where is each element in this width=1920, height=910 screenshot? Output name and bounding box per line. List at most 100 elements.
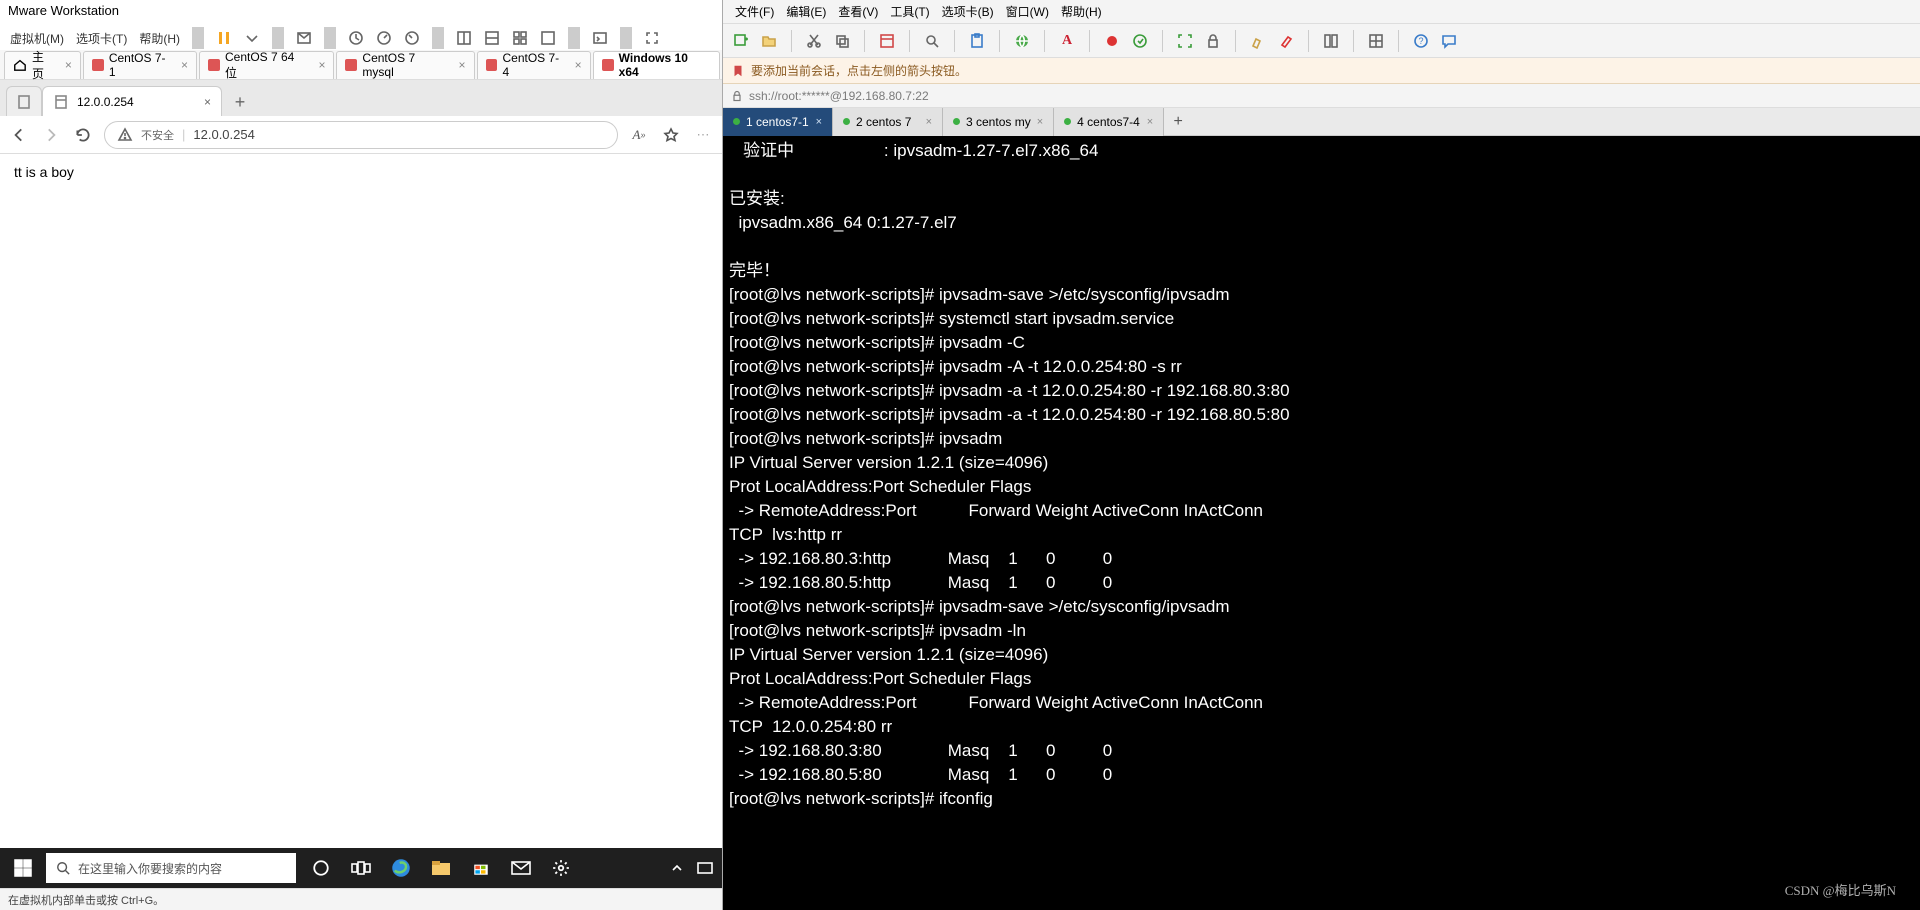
separator — [1162, 30, 1163, 52]
close-icon[interactable]: × — [926, 116, 932, 128]
tab-centos7-1[interactable]: CentOS 7-1× — [83, 51, 197, 79]
menu-help[interactable]: 帮助(H) — [1055, 3, 1108, 20]
browser-tab[interactable]: 12.0.0.254 × — [42, 86, 222, 116]
layout-split-icon[interactable] — [478, 24, 506, 52]
dropdown-icon[interactable] — [238, 24, 266, 52]
refresh-button[interactable] — [72, 124, 94, 146]
font-icon[interactable]: A — [1055, 29, 1079, 53]
menu-view[interactable]: 查看(V) — [832, 3, 884, 20]
menu-window[interactable]: 窗口(W) — [1000, 3, 1055, 20]
browser-collapsed-tab[interactable] — [6, 86, 42, 116]
copy-icon[interactable] — [830, 29, 854, 53]
session-tab-2[interactable]: 2 centos 7× — [833, 108, 943, 136]
menu-tab[interactable]: 选项卡(B) — [936, 3, 1000, 20]
globe-icon[interactable] — [1010, 29, 1034, 53]
script-icon[interactable] — [1128, 29, 1152, 53]
add-session-button[interactable]: + — [1164, 113, 1192, 131]
pause-icon[interactable] — [210, 24, 238, 52]
store-icon[interactable] — [462, 848, 500, 888]
fullscreen-icon[interactable] — [1173, 29, 1197, 53]
tile-icon[interactable] — [1364, 29, 1388, 53]
session-tab-4[interactable]: 4 centos7-4× — [1054, 108, 1164, 136]
cortana-icon[interactable] — [302, 848, 340, 888]
tab-home[interactable]: 主页 × — [4, 51, 81, 79]
separator — [192, 27, 204, 49]
paste-icon[interactable] — [965, 29, 989, 53]
close-icon[interactable]: × — [61, 58, 72, 72]
close-icon[interactable]: × — [455, 58, 466, 72]
tab-centos7-64[interactable]: CentOS 7 64 位× — [199, 51, 334, 79]
layout-single-icon[interactable] — [450, 24, 478, 52]
settings-icon[interactable] — [542, 848, 580, 888]
menu-tools[interactable]: 工具(T) — [884, 3, 935, 20]
taskbar-search[interactable]: 在这里输入你要搜索的内容 — [46, 853, 296, 883]
keyboard-icon[interactable] — [694, 848, 716, 888]
task-view-icon[interactable] — [342, 848, 380, 888]
close-icon[interactable]: × — [571, 58, 582, 72]
session-tab-1[interactable]: 1 centos7-1× — [723, 108, 833, 136]
layout-icon[interactable] — [1319, 29, 1343, 53]
open-icon[interactable] — [757, 29, 781, 53]
snapshot-icon[interactable] — [342, 24, 370, 52]
separator — [324, 27, 336, 49]
layout-thumb-icon[interactable] — [534, 24, 562, 52]
find-icon[interactable] — [920, 29, 944, 53]
menu-tabs[interactable]: 选项卡(T) — [70, 30, 133, 47]
record-icon[interactable] — [1100, 29, 1124, 53]
terminal-output[interactable]: 验证中 : ipvsadm-1.27-7.el7.x86_64 已安装: ipv… — [723, 136, 1920, 910]
help-icon[interactable]: ? — [1409, 29, 1433, 53]
back-button[interactable] — [8, 124, 30, 146]
close-icon[interactable]: × — [177, 58, 188, 72]
close-icon[interactable]: × — [204, 95, 211, 109]
vmware-menubar: 虚拟机(M) 选项卡(T) 帮助(H) — [0, 26, 722, 50]
taskbar-tray — [666, 848, 722, 888]
menu-edit[interactable]: 编辑(E) — [780, 3, 832, 20]
vm-icon — [92, 59, 104, 71]
vm-icon — [602, 59, 614, 71]
search-placeholder: 在这里输入你要搜索的内容 — [78, 860, 222, 877]
layout-grid-icon[interactable] — [506, 24, 534, 52]
separator — [272, 27, 284, 49]
address-bar[interactable]: 不安全 | 12.0.0.254 — [104, 121, 618, 149]
session-tab-3[interactable]: 3 centos my × — [943, 108, 1054, 136]
mail-icon[interactable] — [502, 848, 540, 888]
menu-help[interactable]: 帮助(H) — [133, 30, 186, 47]
more-icon[interactable]: ⋯ — [692, 124, 714, 146]
chat-icon[interactable] — [1437, 29, 1461, 53]
forward-button[interactable] — [40, 124, 62, 146]
tab-windows10[interactable]: Windows 10 x64 — [593, 51, 720, 79]
edge-icon[interactable] — [382, 848, 420, 888]
close-icon[interactable]: × — [314, 58, 325, 72]
properties-icon[interactable] — [875, 29, 899, 53]
highlight-icon[interactable] — [1246, 29, 1270, 53]
watermark: CSDN @梅比乌斯N — [1785, 880, 1896, 902]
cut-icon[interactable] — [802, 29, 826, 53]
terminal-connection-bar: ssh://root:******@192.168.80.7:22 — [723, 84, 1920, 108]
menu-vm[interactable]: 虚拟机(M) — [4, 30, 70, 47]
fullscreen-icon[interactable] — [638, 24, 666, 52]
console-icon[interactable] — [586, 24, 614, 52]
tab-centos7-4[interactable]: CentOS 7-4× — [477, 51, 591, 79]
separator — [1353, 30, 1354, 52]
color-icon[interactable] — [1274, 29, 1298, 53]
menu-file[interactable]: 文件(F) — [729, 3, 780, 20]
svg-text:?: ? — [1418, 36, 1423, 46]
close-icon[interactable]: × — [816, 116, 822, 128]
lock-icon[interactable] — [1201, 29, 1225, 53]
new-session-icon[interactable] — [729, 29, 753, 53]
read-aloud-icon[interactable]: A» — [628, 124, 650, 146]
close-icon[interactable]: × — [1147, 116, 1153, 128]
separator — [864, 30, 865, 52]
snapshot-manager-icon[interactable] — [370, 24, 398, 52]
hint-text: 要添加当前会话，点击左侧的箭头按钮。 — [751, 62, 967, 79]
favorite-icon[interactable] — [660, 124, 682, 146]
revert-icon[interactable] — [398, 24, 426, 52]
explorer-icon[interactable] — [422, 848, 460, 888]
tab-centos7-mysql[interactable]: CentOS 7 mysql× — [336, 51, 474, 79]
new-tab-button[interactable]: + — [226, 88, 254, 116]
close-icon[interactable]: × — [1037, 116, 1043, 128]
chevron-up-icon[interactable] — [666, 848, 688, 888]
send-icon[interactable] — [290, 24, 318, 52]
start-button[interactable] — [0, 848, 46, 888]
tab-label: 3 centos my — [966, 115, 1031, 129]
